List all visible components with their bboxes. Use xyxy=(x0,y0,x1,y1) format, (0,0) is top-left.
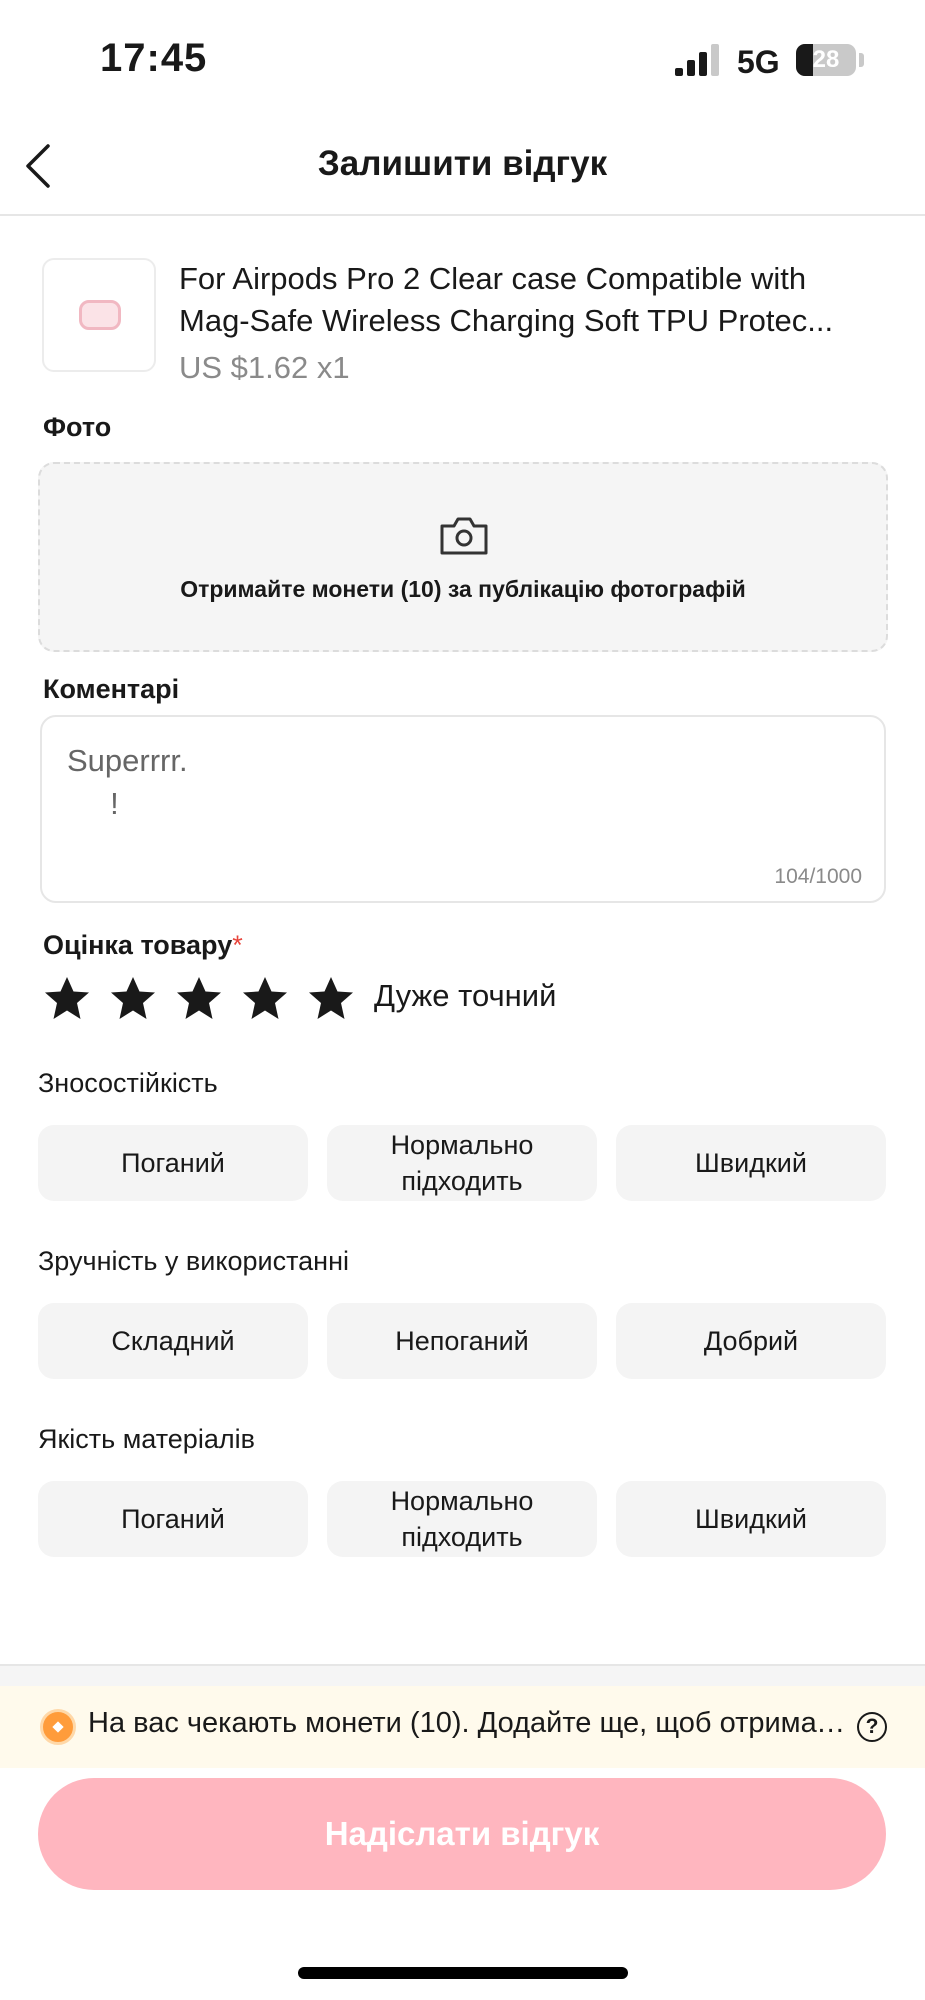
submit-review-button[interactable]: Надіслати відгук xyxy=(38,1778,886,1890)
status-bar: 17:45 5G 28 xyxy=(0,0,925,120)
attribute-option[interactable]: Нормально підходить xyxy=(327,1125,597,1201)
battery-icon: 28 xyxy=(796,44,856,76)
star-icon[interactable] xyxy=(240,974,290,1024)
attribute-option[interactable]: Добрий xyxy=(616,1303,886,1379)
attribute-option[interactable]: Швидкий xyxy=(616,1125,886,1201)
product-name: For Airpods Pro 2 Clear case Compatible … xyxy=(179,258,899,342)
comments-label: Коментарі xyxy=(43,674,180,704)
photo-hint: Отримайте монети (10) за публікацію фото… xyxy=(180,576,746,602)
comment-text: Superrrr. ! xyxy=(67,743,188,821)
star-icon[interactable] xyxy=(42,974,92,1024)
attribute-option[interactable]: Нормально підходить xyxy=(327,1481,597,1557)
star-icon[interactable] xyxy=(174,974,224,1024)
star-icon[interactable] xyxy=(108,974,158,1024)
status-time: 17:45 xyxy=(100,36,208,80)
battery-level: 28 xyxy=(812,46,840,73)
comment-char-counter: 104/1000 xyxy=(774,865,862,888)
rating-label: Оцінка товару* xyxy=(43,930,243,961)
product-thumbnail xyxy=(42,258,156,372)
attribute-label: Якість матеріалів xyxy=(38,1424,255,1454)
rating-description: Дуже точний xyxy=(374,978,557,1013)
photo-label: Фото xyxy=(43,412,112,442)
coin-icon xyxy=(40,1709,76,1745)
photo-upload-area[interactable]: Отримайте монети (10) за публікацію фото… xyxy=(38,462,888,652)
attribute-label: Зносостійкість xyxy=(38,1068,218,1098)
page-header: Залишити відгук xyxy=(0,120,925,216)
camera-icon xyxy=(440,517,488,555)
star-icon[interactable] xyxy=(306,974,356,1024)
attribute-option[interactable]: Швидкий xyxy=(616,1481,886,1557)
product-price: US $1.62 x1 xyxy=(179,350,350,385)
help-icon[interactable]: ? xyxy=(857,1712,887,1742)
attribute-option[interactable]: Непоганий xyxy=(327,1303,597,1379)
coin-banner-text: На вас чекають монети (10). Додайте ще, … xyxy=(88,1707,848,1739)
product-name-line2: Mag-Safe Wireless Charging Soft TPU Prot… xyxy=(179,303,834,338)
footer-divider xyxy=(0,1664,925,1686)
rating-label-text: Оцінка товару xyxy=(43,930,233,960)
required-mark: * xyxy=(232,930,243,960)
coin-banner: На вас чекають монети (10). Додайте ще, … xyxy=(0,1686,925,1768)
battery-tip xyxy=(859,53,864,67)
attribute-option[interactable]: Поганий xyxy=(38,1481,308,1557)
attribute-option[interactable]: Складний xyxy=(38,1303,308,1379)
signal-icon xyxy=(675,44,719,76)
airpods-case-image xyxy=(79,300,121,330)
product-summary: For Airpods Pro 2 Clear case Compatible … xyxy=(42,258,892,393)
attribute-option[interactable]: Поганий xyxy=(38,1125,308,1201)
comment-textarea[interactable]: Superrrr. ! 104/1000 xyxy=(40,715,886,903)
product-name-line1: For Airpods Pro 2 Clear case Compatible … xyxy=(179,261,807,296)
home-indicator xyxy=(298,1967,628,1979)
page-title: Залишити відгук xyxy=(317,144,608,183)
network-label: 5G xyxy=(737,44,780,80)
attribute-label: Зручність у використанні xyxy=(38,1246,349,1276)
